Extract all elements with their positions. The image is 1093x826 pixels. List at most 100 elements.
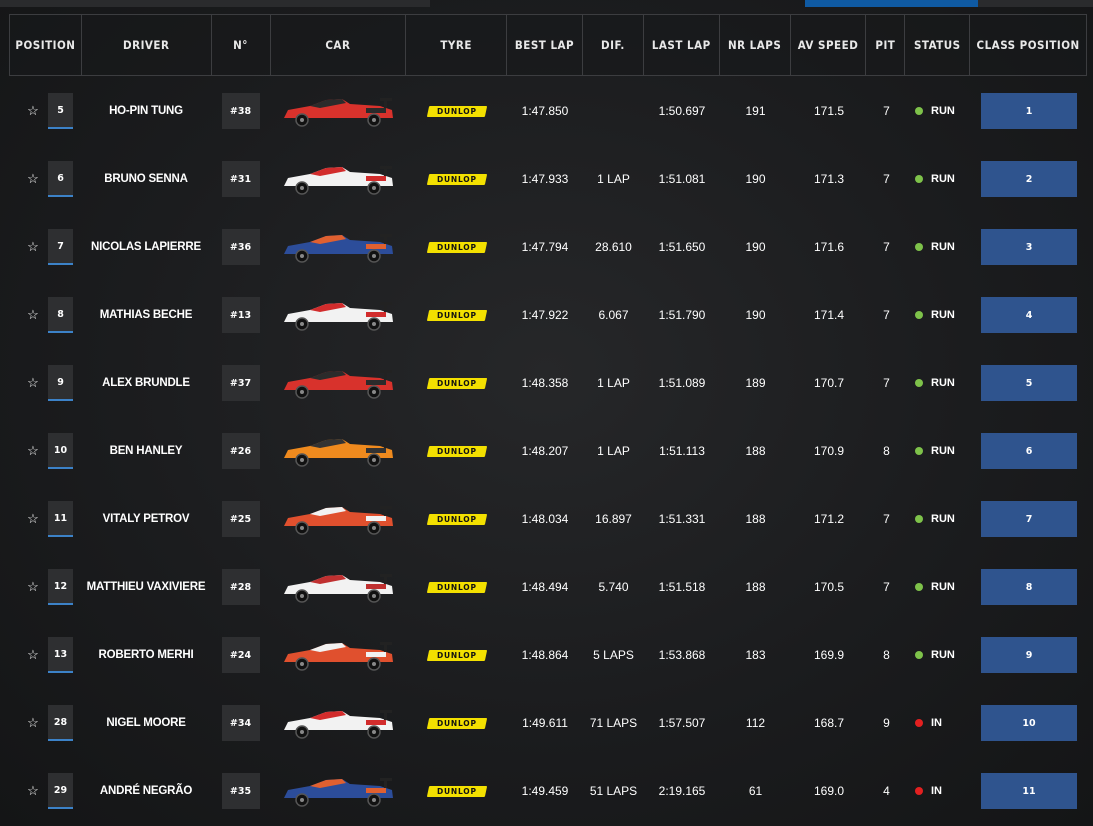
- header-dif[interactable]: DIF.: [583, 15, 644, 75]
- last-lap: 1:51.081: [658, 172, 706, 186]
- table-row[interactable]: ☆ 9 ALEX BRUNDLE #37 DUNLOP 1:48.358 1 L: [9, 349, 1087, 417]
- dunlop-logo-icon: DUNLOP: [426, 309, 487, 321]
- driver-name[interactable]: MATHIAS BECHE: [81, 281, 211, 349]
- status-text: RUN: [931, 649, 955, 661]
- car-number-cell: #37: [211, 349, 270, 417]
- car-number-badge: #36: [221, 229, 260, 265]
- table-row[interactable]: ☆ 10 BEN HANLEY #26 DUNLOP 1:48.207 1 LA: [9, 417, 1087, 485]
- dunlop-logo-icon: DUNLOP: [426, 173, 487, 185]
- gap: 1 LAP: [597, 172, 630, 186]
- driver-name[interactable]: ROBERTO MERHI: [81, 621, 211, 689]
- car-cell: [270, 281, 406, 349]
- favorite-star-icon[interactable]: ☆: [26, 648, 40, 662]
- class-position-badge[interactable]: 11: [981, 773, 1077, 809]
- header-driver[interactable]: DRIVER: [82, 15, 212, 75]
- class-position-badge[interactable]: 8: [981, 569, 1077, 605]
- driver-name[interactable]: VITALY PETROV: [81, 485, 211, 553]
- driver-name[interactable]: NIGEL MOORE: [81, 689, 211, 757]
- status-cell: RUN: [906, 553, 971, 621]
- table-row[interactable]: ☆ 6 BRUNO SENNA #31 DUNLOP 1:47.933 1 LA: [9, 145, 1087, 213]
- header-position[interactable]: POSITION: [10, 15, 82, 75]
- last-lap: 1:51.331: [658, 512, 706, 526]
- nr-laps: 61: [748, 784, 763, 798]
- header-status[interactable]: STATUS: [905, 15, 971, 75]
- status-dot-icon: [915, 107, 923, 115]
- last-lap: 1:57.507: [658, 716, 706, 730]
- class-position-badge[interactable]: 6: [981, 433, 1077, 469]
- class-position-badge[interactable]: 4: [981, 297, 1077, 333]
- car-cell: [270, 213, 406, 281]
- favorite-star-icon[interactable]: ☆: [26, 104, 40, 118]
- pit-stops: 7: [883, 240, 890, 254]
- car-cell: [270, 349, 406, 417]
- header-tyre[interactable]: TYRE: [406, 15, 508, 75]
- table-row[interactable]: ☆ 29 ANDRÉ NEGRÃO #35 DUNLOP 1:49.459 51: [9, 757, 1087, 825]
- nr-laps: 188: [745, 512, 766, 526]
- favorite-star-icon[interactable]: ☆: [26, 444, 40, 458]
- car-number-cell: #31: [211, 145, 270, 213]
- class-position-badge[interactable]: 3: [981, 229, 1077, 265]
- driver-name[interactable]: MATTHIEU VAXIVIERE: [81, 553, 211, 621]
- car-cell: [270, 77, 406, 145]
- favorite-star-icon[interactable]: ☆: [26, 716, 40, 730]
- class-position-badge[interactable]: 1: [981, 93, 1077, 129]
- header-av-speed[interactable]: AV SPEED: [791, 15, 867, 75]
- gap: 28.610: [595, 240, 632, 254]
- favorite-star-icon[interactable]: ☆: [26, 580, 40, 594]
- driver-name[interactable]: ANDRÉ NEGRÃO: [81, 757, 211, 825]
- pit-stops: 7: [883, 580, 890, 594]
- position-cell: ☆ 12: [9, 553, 81, 621]
- car-number-cell: #26: [211, 417, 270, 485]
- table-row[interactable]: ☆ 12 MATTHIEU VAXIVIERE #28 DUNLOP 1:48.…: [9, 553, 1087, 621]
- dunlop-logo-icon: DUNLOP: [426, 717, 487, 729]
- best-lap: 1:47.933: [521, 172, 569, 186]
- table-row[interactable]: ☆ 5 HO-PIN TUNG #38 DUNLOP 1:47.850 1:50…: [9, 77, 1087, 145]
- class-position-badge[interactable]: 2: [981, 161, 1077, 197]
- table-row[interactable]: ☆ 8 MATHIAS BECHE #13 DUNLOP 1:47.922 6.: [9, 281, 1087, 349]
- av-speed: 168.7: [813, 716, 845, 730]
- status-cell: RUN: [906, 281, 971, 349]
- best-lap: 1:48.034: [521, 512, 569, 526]
- av-speed: 170.9: [813, 444, 845, 458]
- position-cell: ☆ 28: [9, 689, 81, 757]
- position-badge: 11: [48, 501, 73, 537]
- position-badge: 10: [48, 433, 73, 469]
- table-row[interactable]: ☆ 28 NIGEL MOORE #34 DUNLOP 1:49.611 71: [9, 689, 1087, 757]
- header-number[interactable]: N°: [212, 15, 271, 75]
- favorite-star-icon[interactable]: ☆: [26, 172, 40, 186]
- favorite-star-icon[interactable]: ☆: [26, 784, 40, 798]
- tyre-cell: DUNLOP: [406, 757, 507, 825]
- status-cell: RUN: [906, 417, 971, 485]
- header-pit[interactable]: PIT: [866, 15, 906, 75]
- driver-name[interactable]: NICOLAS LAPIERRE: [81, 213, 211, 281]
- table-row[interactable]: ☆ 7 NICOLAS LAPIERRE #36 DUNLOP 1:47.794: [9, 213, 1087, 281]
- favorite-star-icon[interactable]: ☆: [26, 512, 40, 526]
- tyre-cell: DUNLOP: [406, 145, 507, 213]
- top-tab-active[interactable]: [805, 0, 978, 7]
- class-position-badge[interactable]: 10: [981, 705, 1077, 741]
- class-position-badge[interactable]: 9: [981, 637, 1077, 673]
- status-dot-icon: [915, 719, 923, 727]
- driver-name[interactable]: BEN HANLEY: [81, 417, 211, 485]
- header-car[interactable]: CAR: [271, 15, 407, 75]
- header-nr-laps[interactable]: NR LAPS: [720, 15, 791, 75]
- favorite-star-icon[interactable]: ☆: [26, 376, 40, 390]
- pit-stops: 7: [883, 104, 890, 118]
- best-lap: 1:48.494: [521, 580, 569, 594]
- table-row[interactable]: ☆ 13 ROBERTO MERHI #24 DUNLOP 1:48.864 5: [9, 621, 1087, 689]
- favorite-star-icon[interactable]: ☆: [26, 308, 40, 322]
- class-position-cell: 11: [971, 757, 1087, 825]
- class-position-badge[interactable]: 7: [981, 501, 1077, 537]
- status-dot-icon: [915, 787, 923, 795]
- header-best-lap[interactable]: BEST LAP: [507, 15, 583, 75]
- class-position-cell: 9: [971, 621, 1087, 689]
- header-last-lap[interactable]: LAST LAP: [644, 15, 720, 75]
- driver-name[interactable]: ALEX BRUNDLE: [81, 349, 211, 417]
- class-position-badge[interactable]: 5: [981, 365, 1077, 401]
- driver-name[interactable]: HO-PIN TUNG: [81, 77, 211, 145]
- driver-name[interactable]: BRUNO SENNA: [81, 145, 211, 213]
- header-class-position[interactable]: CLASS POSITION: [970, 15, 1086, 75]
- pit-stops: 4: [883, 784, 890, 798]
- table-row[interactable]: ☆ 11 VITALY PETROV #25 DUNLOP 1:48.034 1: [9, 485, 1087, 553]
- favorite-star-icon[interactable]: ☆: [26, 240, 40, 254]
